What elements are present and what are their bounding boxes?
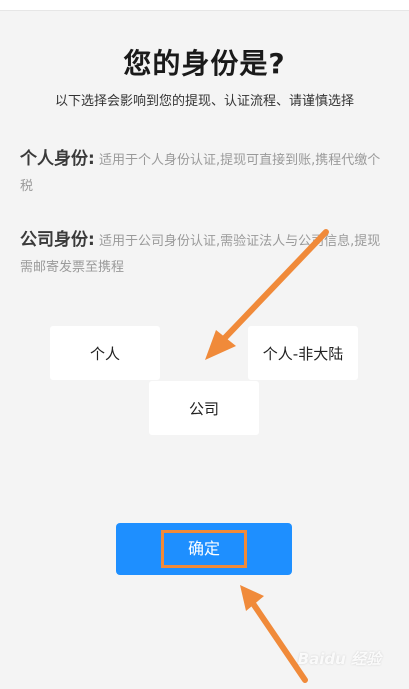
- option-personal[interactable]: 个人: [50, 326, 160, 380]
- option-personal-non-mainland[interactable]: 个人-非大陆: [248, 326, 358, 380]
- option-company[interactable]: 公司: [149, 381, 259, 435]
- company-identity-description: 公司身份: 适用于公司身份认证,需验证法人与公司信息,提现需邮寄发票至携程: [20, 227, 392, 281]
- arrow-up-left-icon: [240, 585, 308, 683]
- baidu-watermark: Baidu 经验: [297, 650, 381, 668]
- option-personal-label: 个人: [89, 344, 120, 363]
- page-title: 您的身份是?: [123, 47, 286, 80]
- personal-identity-label: 个人身份:: [20, 149, 95, 169]
- confirm-button[interactable]: 确定: [116, 523, 292, 575]
- option-personal-non-mainland-label: 个人-非大陆: [262, 344, 344, 363]
- option-company-label: 公司: [188, 399, 219, 418]
- personal-identity-description: 个人身份: 适用于个人身份认证,提现可直接到账,携程代缴个税: [20, 146, 392, 200]
- page-subtitle: 以下选择会影响到您的提现、认证流程、请谨慎选择: [54, 94, 354, 109]
- company-identity-label: 公司身份:: [20, 230, 95, 250]
- confirm-button-label: 确定: [160, 530, 247, 568]
- top-bar: [0, 0, 409, 11]
